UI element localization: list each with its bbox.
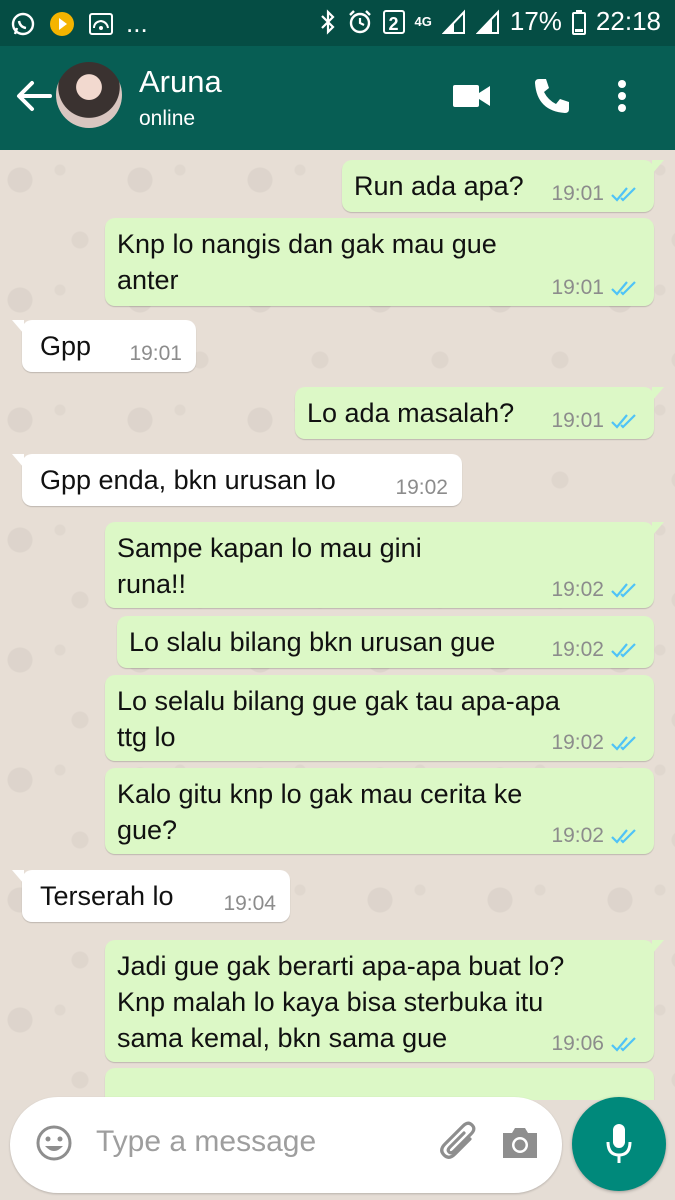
message-bubble-outgoing[interactable]: Knp lo nangis dan gak mau gue anter 19:0… <box>105 218 654 306</box>
message-meta: 19:02 <box>551 638 640 662</box>
message-meta: 19:01 <box>551 276 640 300</box>
read-receipt-icon <box>611 736 636 751</box>
message-time: 19:02 <box>551 638 604 661</box>
message-meta: 19:01 <box>129 342 182 366</box>
contact-name[interactable]: Aruna <box>139 64 222 100</box>
signal-icon <box>475 9 499 34</box>
bluetooth-icon <box>320 8 335 35</box>
message-meta: 19:02 <box>551 731 640 755</box>
chat-header: Aruna online <box>0 46 675 150</box>
message-meta: 19:01 <box>551 409 640 433</box>
message-meta: 19:02 <box>551 578 640 602</box>
cast-icon <box>89 12 113 35</box>
more-notifications-indicator: ... <box>126 8 148 38</box>
message-time: 19:01 <box>551 182 604 205</box>
network-4g-icon: 4G <box>414 14 432 29</box>
more-options-icon[interactable] <box>612 74 632 118</box>
message-bubble-incoming[interactable]: Gpp 19:01 <box>12 320 196 372</box>
attach-icon[interactable] <box>437 1119 481 1169</box>
message-composer[interactable]: Type a message <box>10 1097 562 1193</box>
signal-icon <box>441 9 465 34</box>
message-time: 19:02 <box>551 578 604 601</box>
whatsapp-icon <box>11 12 35 35</box>
read-receipt-icon <box>611 187 636 202</box>
message-bubble-outgoing[interactable]: Lo selalu bilang gue gak tau apa-apa ttg… <box>105 675 654 761</box>
message-bubble-outgoing[interactable]: Sampe kapan lo mau gini runa!! 19:02 <box>105 522 664 608</box>
camera-icon[interactable] <box>500 1125 540 1161</box>
message-time: 19:01 <box>551 276 604 299</box>
sim-icon: 2 <box>382 9 405 34</box>
message-meta: 19:01 <box>551 182 640 206</box>
message-bubble-outgoing[interactable]: Jadi gue gak berarti apa-apa buat lo? Kn… <box>105 940 664 1062</box>
read-receipt-icon <box>611 829 636 844</box>
read-receipt-icon <box>611 583 636 598</box>
message-bubble-outgoing[interactable]: Lo slalu bilang bkn urusan gue 19:02 <box>117 616 654 668</box>
message-bubble-incoming[interactable]: Gpp enda, bkn urusan lo 19:02 <box>12 454 462 506</box>
message-input[interactable]: Type a message <box>96 1125 316 1159</box>
battery-percent: 17% <box>509 6 562 36</box>
voice-call-icon[interactable] <box>530 74 574 118</box>
message-bubble-outgoing[interactable]: Kalo gitu knp lo gak mau cerita ke gue? … <box>105 768 654 854</box>
message-bubble-outgoing[interactable]: Lo ada masalah? 19:01 <box>295 387 664 439</box>
message-meta: 19:02 <box>551 824 640 848</box>
message-meta: 19:06 <box>551 1032 640 1056</box>
message-text: Gpp enda, bkn urusan lo <box>40 465 336 495</box>
voice-record-button[interactable] <box>572 1097 666 1191</box>
message-time: 19:02 <box>395 476 448 499</box>
message-time: 19:02 <box>551 824 604 847</box>
read-receipt-icon <box>611 281 636 296</box>
contact-avatar[interactable] <box>56 62 122 128</box>
message-time: 19:02 <box>551 731 604 754</box>
message-time: 19:01 <box>551 409 604 432</box>
clock-time: 22:18 <box>595 6 661 36</box>
message-bubble-outgoing[interactable]: Run ada apa? 19:01 <box>342 160 664 212</box>
message-bubble-outgoing-partial[interactable] <box>105 1068 654 1100</box>
read-receipt-icon <box>611 643 636 658</box>
contact-status: online <box>139 107 196 130</box>
chat-area[interactable]: Run ada apa? 19:01 Knp lo nangis dan gak… <box>0 150 675 1100</box>
read-receipt-icon <box>611 414 636 429</box>
message-bubble-incoming[interactable]: Terserah lo 19:04 <box>12 870 290 922</box>
video-call-icon[interactable] <box>450 74 494 118</box>
message-meta: 19:04 <box>223 892 276 916</box>
message-time: 19:04 <box>223 892 276 915</box>
microphone-icon <box>606 1124 632 1163</box>
message-time: 19:01 <box>129 342 182 365</box>
battery-icon <box>571 9 586 35</box>
message-time: 19:06 <box>551 1032 604 1055</box>
back-arrow-icon[interactable] <box>14 74 54 118</box>
message-meta: 19:02 <box>395 476 448 500</box>
status-bar: ... 2 4G 17% 22:18 <box>0 0 675 46</box>
alarm-icon <box>348 9 371 33</box>
emoji-icon[interactable] <box>34 1123 74 1163</box>
read-receipt-icon <box>611 1037 636 1052</box>
app-notification-icon <box>50 11 74 36</box>
